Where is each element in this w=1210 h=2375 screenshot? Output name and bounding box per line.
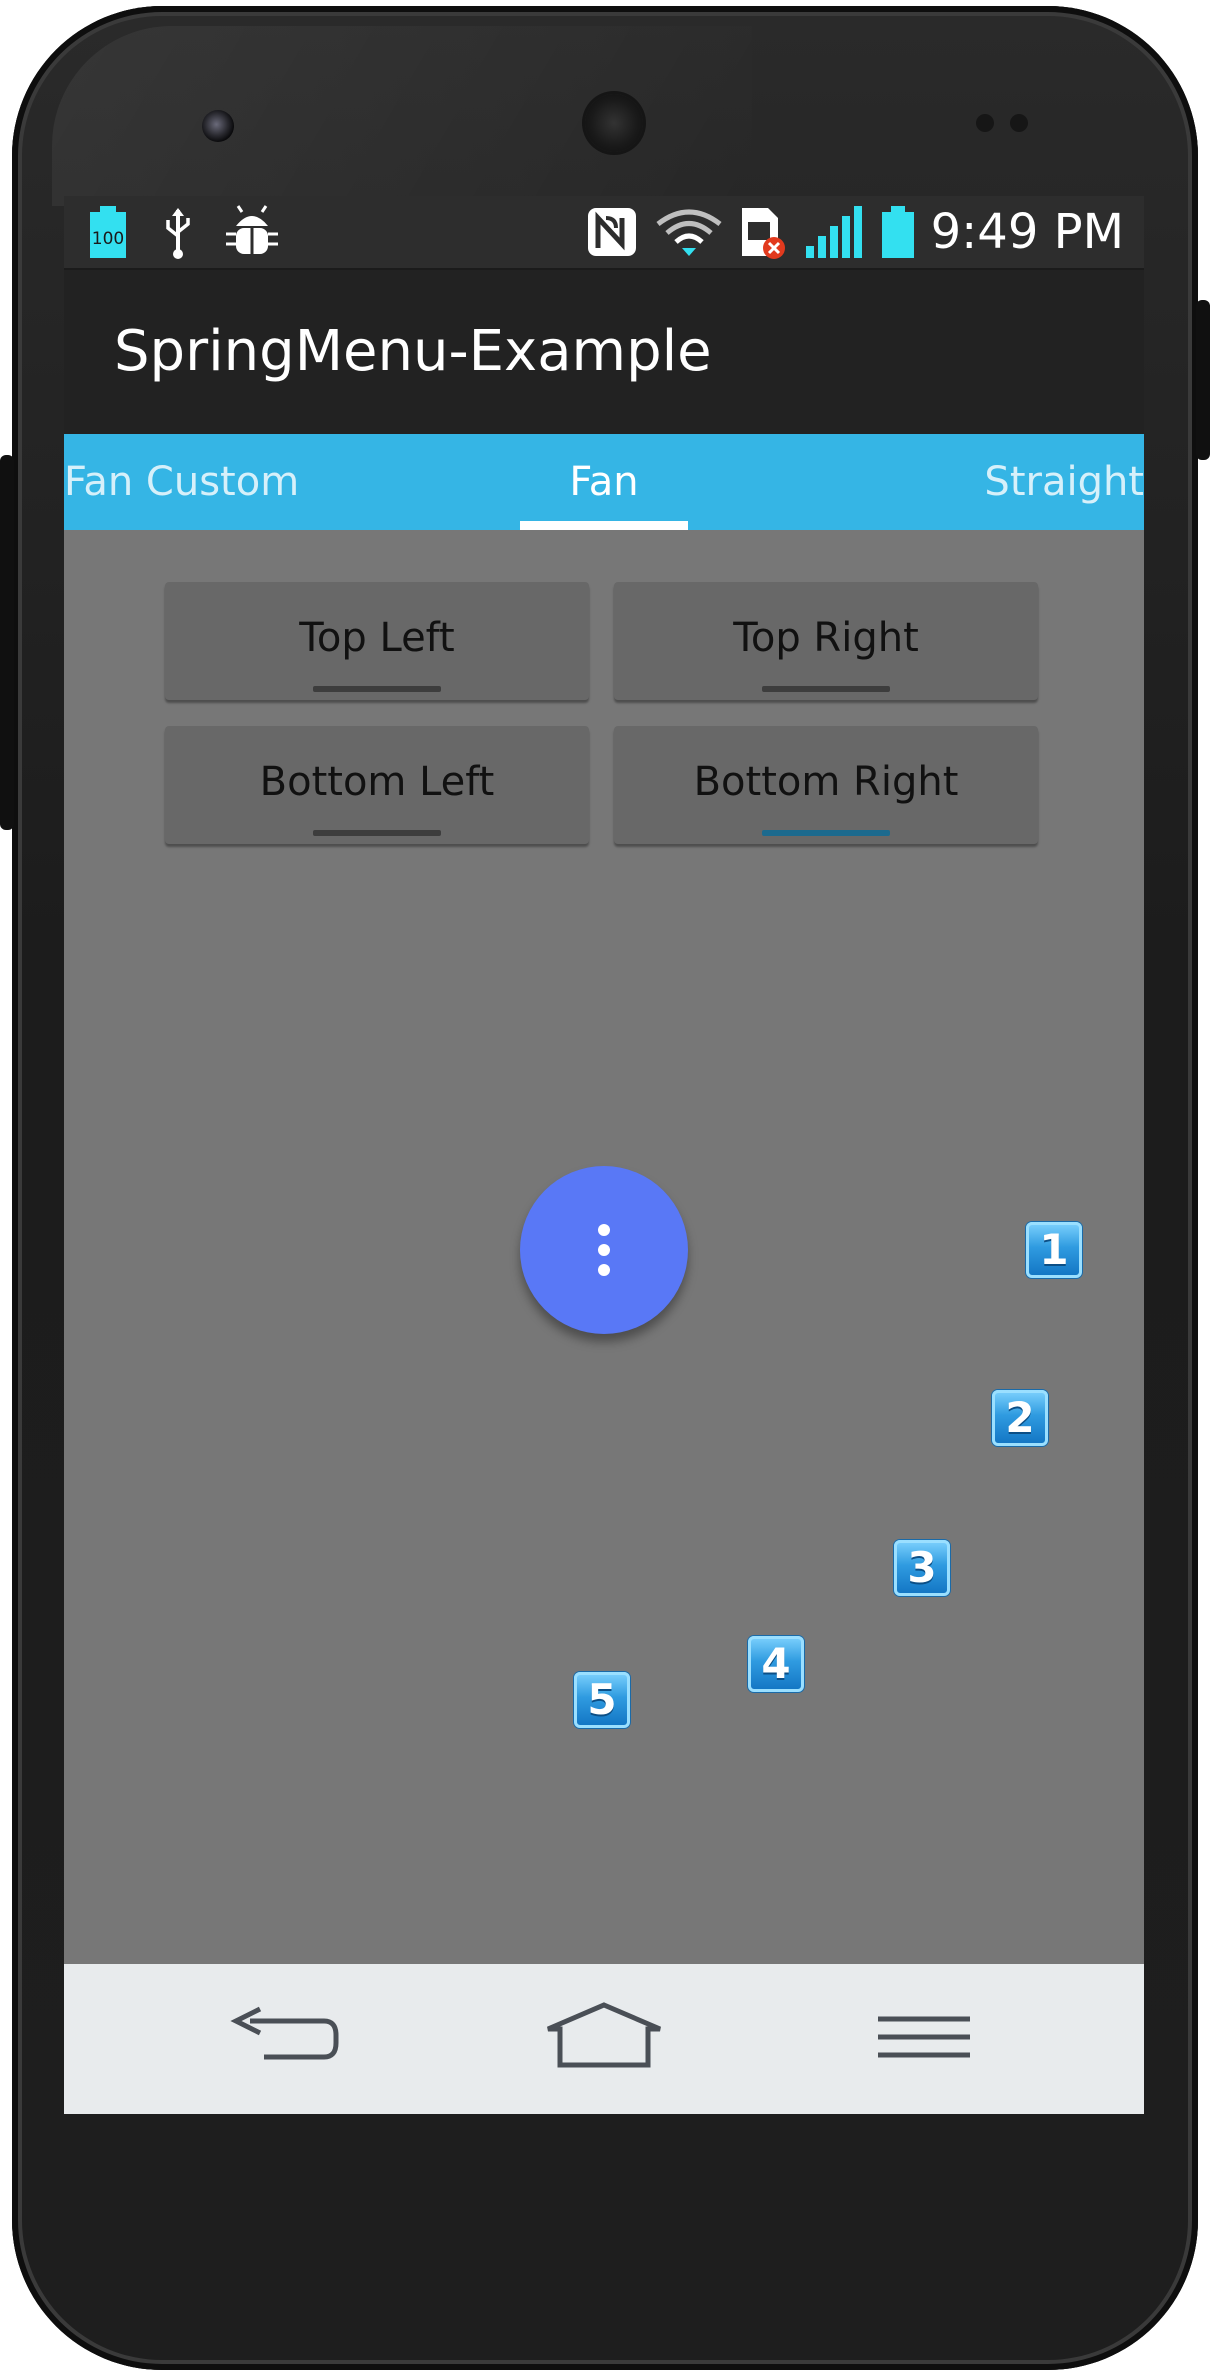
power-button <box>1196 300 1210 460</box>
menu-item-2[interactable]: 2 <box>992 1390 1048 1446</box>
bottom-right-button-label: Bottom Right <box>693 759 959 805</box>
sim-error-icon <box>742 208 785 259</box>
menu-item-3[interactable]: 3 <box>894 1540 950 1596</box>
menu-button[interactable] <box>864 1999 984 2079</box>
wifi-icon <box>656 209 722 256</box>
earpiece-speaker <box>585 94 643 152</box>
fab-dot-bottom <box>598 1264 610 1276</box>
back-icon <box>230 2006 339 2060</box>
home-icon <box>547 2002 661 2068</box>
android-debug-icon <box>226 205 278 254</box>
proximity-sensor <box>976 114 994 132</box>
app-title: SpringMenu-Example <box>114 319 712 384</box>
fab-dot-top <box>598 1224 610 1236</box>
menu-item-5[interactable]: 5 <box>574 1672 630 1728</box>
top-right-button-label: Top Right <box>733 615 919 661</box>
bottom-left-button[interactable]: Bottom Left <box>165 726 589 844</box>
status-bar: 100 9:49 PM <box>64 196 1144 270</box>
frame-glare <box>52 26 752 206</box>
bottom-right-button-indicator <box>762 830 890 836</box>
menu-item-4[interactable]: 4 <box>748 1636 804 1692</box>
signal-icon <box>806 206 862 258</box>
menu-item-1[interactable]: 1 <box>1026 1222 1082 1278</box>
top-left-button-indicator <box>313 686 441 692</box>
tab-fan[interactable]: Fan <box>520 434 688 530</box>
back-button[interactable] <box>224 1999 344 2079</box>
action-bar: SpringMenu-Example <box>64 270 1144 434</box>
spring-menu-fab[interactable] <box>520 1166 688 1334</box>
top-left-button-label: Top Left <box>299 615 455 661</box>
bottom-left-button-label: Bottom Left <box>259 759 495 805</box>
navigation-bar <box>64 1964 1144 2114</box>
status-time: 9:49 PM <box>930 204 1124 260</box>
tab-fan-custom[interactable]: Fan Custom <box>64 434 299 530</box>
battery-icon <box>882 206 914 258</box>
nfc-icon <box>588 208 636 256</box>
top-right-button[interactable]: Top Right <box>614 582 1038 700</box>
front-camera <box>202 110 234 142</box>
tab-straight[interactable]: Straight <box>984 434 1144 530</box>
tab-bar: Fan Custom Fan Straight <box>64 434 1144 530</box>
fab-dot-middle <box>598 1244 610 1256</box>
top-right-button-indicator <box>762 686 890 692</box>
top-left-button[interactable]: Top Left <box>165 582 589 700</box>
usb-icon <box>166 208 190 259</box>
bottom-left-button-indicator <box>313 830 441 836</box>
light-sensor <box>1010 114 1028 132</box>
battery-100-icon: 100 <box>90 206 126 258</box>
tab-indicator <box>520 521 688 530</box>
battery-100-label: 100 <box>92 229 124 249</box>
menu-icon <box>878 2016 970 2058</box>
volume-button <box>0 455 14 830</box>
home-button[interactable] <box>544 1999 664 2079</box>
bottom-right-button[interactable]: Bottom Right <box>614 726 1038 844</box>
screen: 100 9:49 PM SpringMenu-Example Fan Custo… <box>64 196 1144 2114</box>
